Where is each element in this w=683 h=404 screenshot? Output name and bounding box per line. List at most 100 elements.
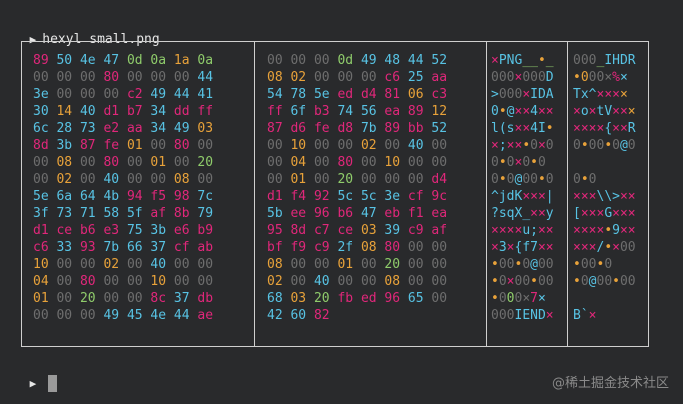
ascii-char: × xyxy=(537,189,546,204)
ascii-char: × xyxy=(619,104,628,119)
ascii-char: × xyxy=(491,53,499,68)
hex-byte: 79 xyxy=(197,206,214,221)
hex-byte: d1 xyxy=(267,189,291,204)
ascii-char: 0 xyxy=(498,70,507,85)
ascii-char: D xyxy=(619,53,628,68)
hex-byte: 00 xyxy=(407,172,432,187)
ascii-char: E xyxy=(522,308,531,323)
ascii-char: D xyxy=(537,87,546,102)
ascii-row: ×3×{f7×× xyxy=(491,239,554,256)
hex-byte: e2 xyxy=(103,121,127,136)
ascii-char: 0 xyxy=(491,172,499,187)
hex-byte: aa xyxy=(431,70,448,85)
hex-byte: 66 xyxy=(126,240,151,255)
ascii-char: × xyxy=(604,87,613,102)
input-line[interactable]: ▶ xyxy=(14,358,58,392)
column-divider xyxy=(486,42,487,346)
hex-byte: 50 xyxy=(56,53,80,68)
hex-byte: 00 xyxy=(290,257,314,272)
ascii-char: × xyxy=(537,240,546,255)
ascii-char: 0 xyxy=(545,138,554,153)
hex-byte: 00 xyxy=(431,240,448,255)
hex-byte: ed xyxy=(360,291,385,306)
ascii-row: 0•00•0@0 xyxy=(573,137,636,154)
hex-byte: 80 xyxy=(384,240,408,255)
ascii-char: 0 xyxy=(604,274,613,289)
hex-byte: c9 xyxy=(407,223,432,238)
ascii-char: × xyxy=(580,206,589,221)
hex-byte: 49 xyxy=(173,121,198,136)
hex-byte: 00 xyxy=(313,53,338,68)
hex-row: 54 78 5e ed d4 81 06 c3 xyxy=(267,86,447,103)
hex-byte: 00 xyxy=(360,155,385,170)
ascii-row: >000×IDA xyxy=(491,86,554,103)
hex-byte: 10 xyxy=(150,274,174,289)
ascii-char: × xyxy=(627,206,636,221)
hex-byte: db xyxy=(197,291,214,306)
hex-byte: 80 xyxy=(79,274,104,289)
ascii-column-left: ×PNG__•_ 000×000D >000×IDA 0•@××4×× l(s××4I•… xyxy=(491,52,554,324)
hex-byte: 80 xyxy=(173,138,198,153)
hex-byte: f5 xyxy=(150,189,174,204)
hex-byte: 96 xyxy=(313,206,338,221)
ascii-char: _ xyxy=(545,53,554,68)
hex-byte: 00 xyxy=(173,257,198,272)
hex-byte: ce xyxy=(56,223,80,238)
ascii-char: I xyxy=(604,53,613,68)
hex-row: 00 04 00 80 00 10 00 00 xyxy=(267,154,447,171)
hex-byte: 03 xyxy=(360,223,385,238)
hex-byte: 5e xyxy=(33,189,57,204)
hex-byte: 37 xyxy=(173,291,198,306)
ascii-char: × xyxy=(619,121,628,136)
ascii-char: × xyxy=(580,223,589,238)
ascii-char: 0 xyxy=(580,274,589,289)
ascii-char: • xyxy=(573,274,581,289)
hex-byte: 00 xyxy=(431,138,448,153)
hex-byte: c3 xyxy=(431,87,448,102)
ascii-row: ×o×tV××× xyxy=(573,103,636,120)
hex-byte: 45 xyxy=(126,308,151,323)
ascii-char: x xyxy=(580,87,589,102)
hex-byte: 14 xyxy=(56,104,80,119)
ascii-char: • xyxy=(537,172,546,187)
ascii-char: [ xyxy=(573,206,581,221)
hex-byte: 5f xyxy=(126,206,151,221)
hex-byte: e3 xyxy=(103,223,127,238)
hex-byte: d6 xyxy=(290,121,314,136)
ascii-char: 0 xyxy=(537,274,546,289)
hex-byte: 20 xyxy=(197,155,214,170)
hex-byte: 03 xyxy=(197,121,214,136)
hex-byte: 12 xyxy=(431,104,448,119)
ascii-char: × xyxy=(537,223,546,238)
ascii-char: I xyxy=(537,121,546,136)
hex-row: 10 00 00 02 00 40 00 00 xyxy=(33,256,213,273)
hex-byte: 00 xyxy=(33,308,57,323)
hex-byte: 73 xyxy=(79,121,104,136)
hex-byte: 98 xyxy=(173,189,198,204)
hex-byte: eb xyxy=(384,206,408,221)
ascii-row: ×;××•0×0 xyxy=(491,137,554,154)
hex-byte: 02 xyxy=(56,172,80,187)
hex-row: 00 10 00 00 02 00 40 00 xyxy=(267,137,447,154)
ascii-char: • xyxy=(530,155,538,170)
ascii-char: 0 xyxy=(522,257,531,272)
hex-byte: c7 xyxy=(313,223,338,238)
ascii-char: ? xyxy=(491,206,499,221)
hex-row: 02 00 40 00 00 08 00 00 xyxy=(267,273,447,290)
hex-byte: 00 xyxy=(197,172,214,187)
hexdump-panel: 89 50 4e 47 0d 0a 1a 0a 00 00 00 80 00 00… xyxy=(21,41,649,347)
hex-byte: 00 xyxy=(313,138,338,153)
hex-byte: 8d xyxy=(33,138,57,153)
ascii-char: 0 xyxy=(530,138,538,153)
hex-byte: f1 xyxy=(407,206,432,221)
ascii-row: 0•0@00•0 xyxy=(491,171,554,188)
hex-row: 42 60 82 xyxy=(267,307,447,324)
hex-byte: ea xyxy=(384,104,408,119)
ascii-char: × xyxy=(612,104,620,119)
ascii-char: ` xyxy=(580,308,589,323)
hex-byte: 81 xyxy=(384,87,408,102)
hex-byte: 08 xyxy=(173,172,198,187)
ascii-char: • xyxy=(491,274,499,289)
ascii-char: × xyxy=(522,104,531,119)
hex-byte: 34 xyxy=(150,104,174,119)
